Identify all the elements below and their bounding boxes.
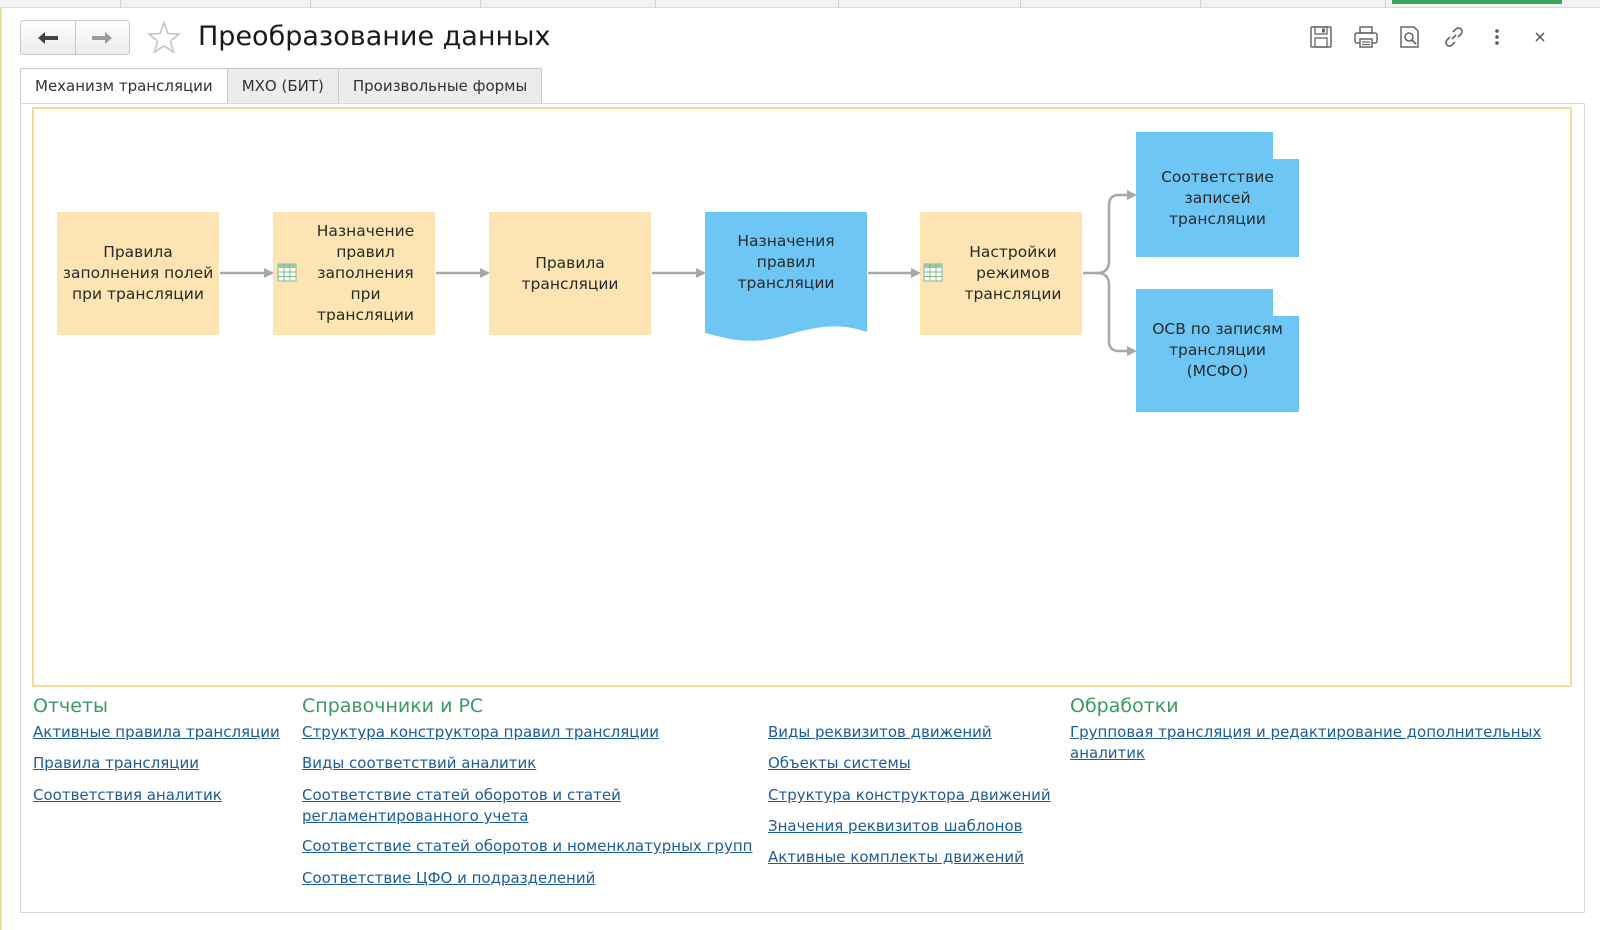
tab-custom-forms[interactable]: Произвольные формы [338,68,543,104]
tab-separator [310,0,311,7]
tab-separator [480,0,481,7]
tab-separator [120,0,121,7]
save-icon [1310,26,1332,48]
back-button[interactable] [21,21,75,54]
close-icon [1535,32,1545,42]
link-active-translation-rules[interactable]: Активные правила трансляции [33,722,283,743]
section-title-reports: Отчеты [33,695,109,717]
link-group-translation-editing[interactable]: Групповая трансляция и редактирование до… [1070,722,1550,764]
preview-icon [1400,26,1419,48]
scheme-box-label: Правила заполнения полей при трансляции [62,243,214,303]
table-icon [277,263,297,282]
close-button[interactable] [1525,22,1555,52]
form-tabs: Механизм трансляции МХО (БИТ) Произвольн… [20,68,543,105]
flow-arrow-branch-bottom [1096,271,1137,356]
arrow-right-icon [92,31,113,44]
more-vertical-icon [1495,29,1499,45]
tab-separator [838,0,839,7]
tab-separator [655,0,656,7]
save-button[interactable] [1306,22,1336,52]
section-title-catalogs: Справочники и РС [302,695,484,717]
section-title-processing: Обработки [1070,695,1179,717]
scheme-graphics [57,132,1299,412]
more-menu-button[interactable] [1482,22,1512,52]
forward-button[interactable] [74,21,130,54]
link-movement-constructor-structure[interactable]: Структура конструктора движений [768,785,1058,806]
page-title: Преобразование данных [198,21,551,52]
arrow-left-icon [37,31,58,44]
tab-translation-mechanism[interactable]: Механизм трансляции [20,68,228,105]
window-tab-strip [0,0,1600,8]
tab-separator [1200,0,1201,7]
flow-arrow-branch-top [1083,190,1137,275]
link-turnover-items-regulated-accounting[interactable]: Соответствие статей оборотов и статей ре… [302,785,642,827]
link-icon [1445,27,1463,47]
link-turnover-items-nomenclature-groups[interactable]: Соответствие статей оборотов и номенклат… [302,836,762,857]
active-window-tab-indicator[interactable] [1392,0,1562,4]
link-cfo-departments[interactable]: Соответствие ЦФО и подразделений [302,868,752,889]
translation-scheme-diagram: Правила заполнения полей при трансляции … [32,107,1572,687]
print-button[interactable] [1351,22,1381,52]
link-system-objects[interactable]: Объекты системы [768,753,1058,774]
link-movement-attribute-types[interactable]: Виды реквизитов движений [768,722,1058,743]
link-active-movement-sets[interactable]: Активные комплекты движений [768,847,1058,868]
tab-separator [1385,0,1386,7]
navigation-buttons [20,20,130,55]
scheme-box-label: Соответствие записей трансляции [1161,167,1274,228]
link-rule-constructor-structure[interactable]: Структура конструктора правил трансляции [302,722,752,743]
link-template-attribute-values[interactable]: Значения реквизитов шаблонов [768,816,1058,837]
link-button[interactable] [1439,22,1469,52]
tab-separator [1020,0,1021,7]
scheme-box-label: Настройки режимов трансляции [964,243,1062,303]
scheme-box-label: Правила трансляции [521,253,619,293]
tab-mho-bit[interactable]: МХО (БИТ) [227,68,339,104]
link-translation-rules[interactable]: Правила трансляции [33,753,283,774]
link-analytics-mapping-types[interactable]: Виды соответствий аналитик [302,753,752,774]
link-analytics-mapping[interactable]: Соответствия аналитик [33,785,283,806]
favorite-star-button[interactable] [146,20,182,55]
preview-button[interactable] [1395,22,1425,52]
star-icon [146,20,182,54]
scheme-box-label: Назначения правил трансляции [737,231,835,292]
table-icon [923,263,943,282]
left-accent-border [0,8,2,930]
scheme-box-label: Назначение правил заполнения при трансля… [316,222,415,324]
scheme-box-label: ОСВ по записям трансляции (МСФО) [1152,320,1283,380]
printer-icon [1354,26,1378,48]
